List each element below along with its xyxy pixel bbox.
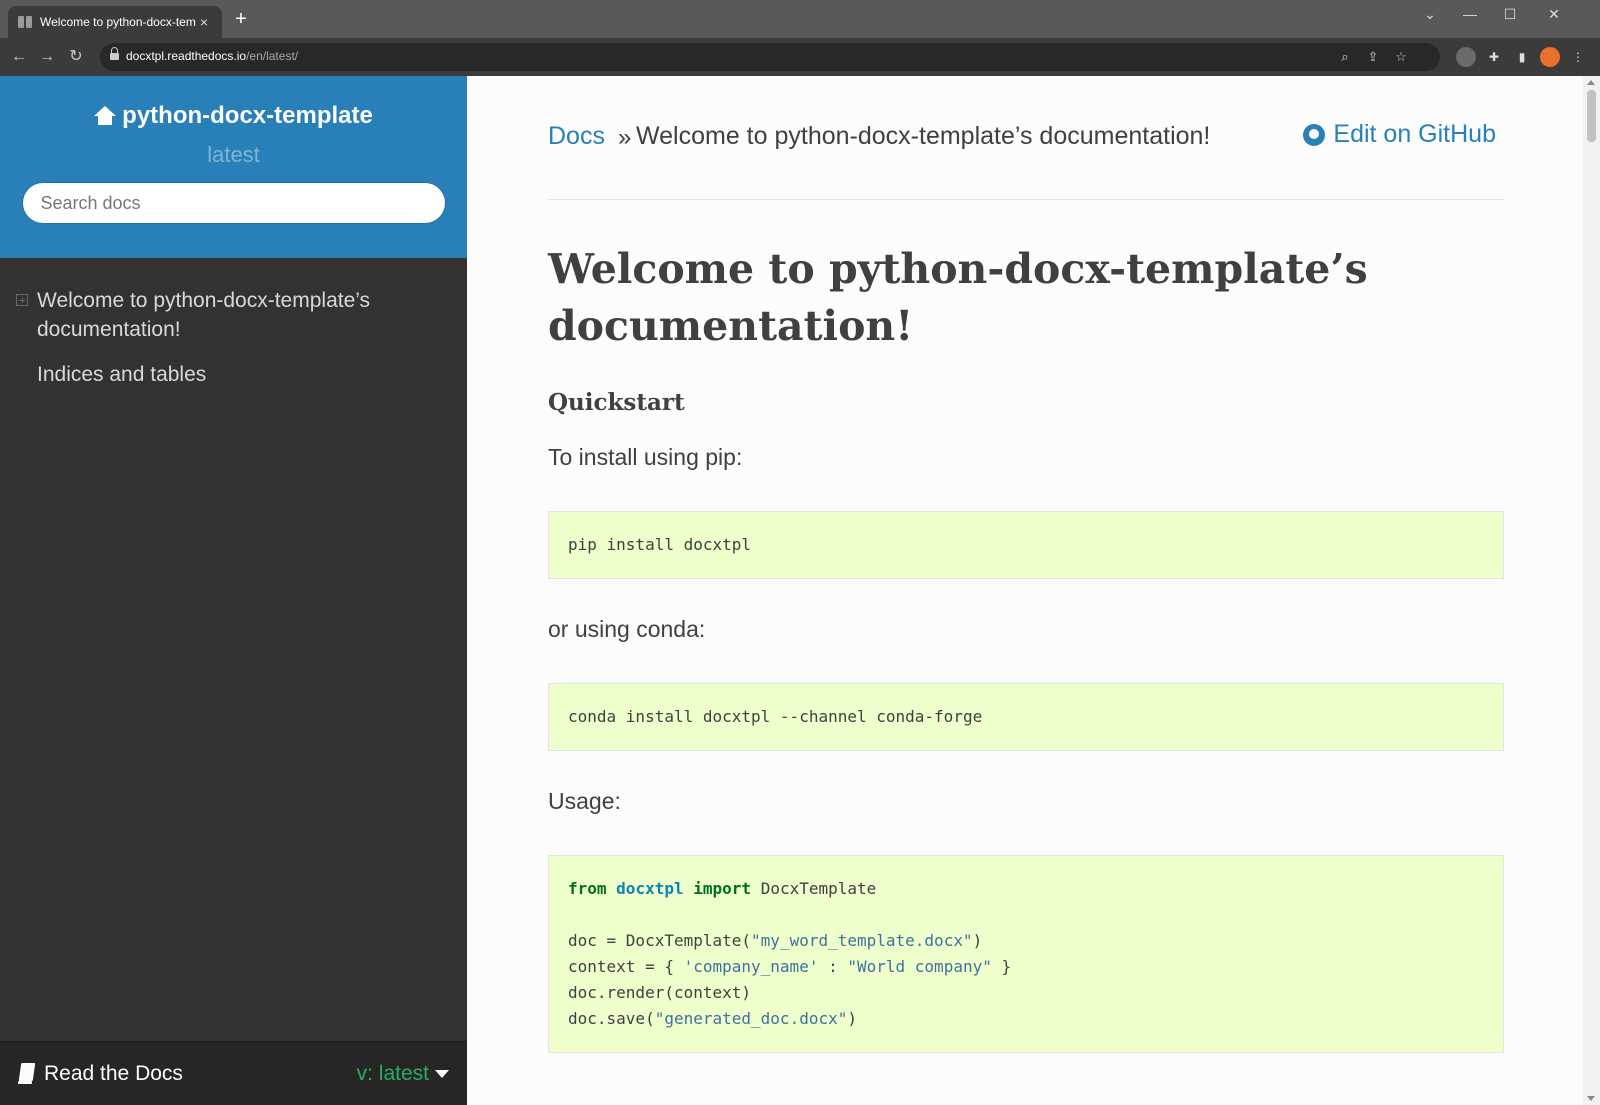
- usage-text: Usage:: [548, 788, 621, 814]
- lock-icon[interactable]: [110, 47, 119, 62]
- version-selector-label: v: latest: [356, 1061, 429, 1085]
- edit-on-github-link[interactable]: Edit on GitHub: [1303, 120, 1496, 149]
- window-close-button[interactable]: ✕: [1534, 0, 1574, 28]
- zoom-icon[interactable]: ⌕: [1336, 48, 1354, 66]
- forward-button[interactable]: →: [36, 46, 58, 68]
- scrollbar-thumb[interactable]: [1587, 90, 1596, 142]
- url-text[interactable]: docxtpl.readthedocs.io/en/latest/: [126, 49, 298, 63]
- book-favicon-icon: [18, 16, 32, 28]
- minimize-button[interactable]: —: [1450, 0, 1490, 28]
- code-module: docxtpl: [616, 879, 684, 898]
- tab-title: Welcome to python-docx-templ: [40, 15, 196, 29]
- code-string: 'company_name': [683, 957, 819, 976]
- share-icon[interactable]: ⇪: [1364, 48, 1382, 66]
- edit-on-github-label: Edit on GitHub: [1333, 120, 1496, 148]
- read-the-docs-flyout[interactable]: Read the Docs v: latest: [0, 1041, 467, 1105]
- code-text: context = {: [568, 957, 684, 976]
- tab-search-chevron-icon[interactable]: ⌄: [1410, 0, 1450, 28]
- code-text: ): [847, 1009, 857, 1028]
- code-keyword: from: [568, 879, 607, 898]
- bookmark-star-icon[interactable]: ☆: [1392, 48, 1410, 66]
- side-panel-icon[interactable]: ▮: [1512, 47, 1532, 67]
- book-icon: [18, 1063, 36, 1085]
- url-path: /en/latest/: [246, 49, 299, 63]
- toc-menu: Welcome to python-docx-template’s docume…: [0, 258, 467, 389]
- project-home-link[interactable]: python-docx-template: [0, 76, 467, 130]
- breadcrumb-current: Welcome to python-docx-template’s docume…: [636, 122, 1211, 150]
- menu-kebab-icon[interactable]: ⋮: [1568, 47, 1588, 67]
- pip-code-block: pip install docxtpl: [548, 511, 1504, 579]
- pip-command: pip install docxtpl: [568, 535, 752, 554]
- code-string: "World company": [847, 957, 992, 976]
- back-button[interactable]: ←: [8, 46, 30, 68]
- breadcrumb-docs-link[interactable]: Docs: [548, 122, 605, 151]
- toc-item-welcome[interactable]: Welcome to python-docx-template’s docume…: [0, 286, 467, 344]
- toc-item-indices[interactable]: Indices and tables: [0, 360, 467, 389]
- github-icon: [1303, 123, 1326, 146]
- search-input[interactable]: [21, 182, 446, 224]
- conda-code-block: conda install docxtpl --channel conda-fo…: [548, 683, 1504, 751]
- profile-avatar[interactable]: [1540, 47, 1560, 67]
- code-keyword: import: [693, 879, 752, 898]
- new-tab-button[interactable]: +: [230, 8, 252, 30]
- install-pip-text: To install using pip:: [548, 444, 743, 470]
- quickstart-heading: Quickstart: [548, 389, 685, 416]
- version-label: latest: [207, 142, 260, 167]
- home-icon: [94, 106, 117, 126]
- code-string: "generated_doc.docx": [654, 1009, 848, 1028]
- tab-close-icon[interactable]: ×: [196, 14, 212, 30]
- page-scrollbar[interactable]: [1583, 76, 1600, 1105]
- code-text: doc.render(context): [568, 983, 752, 1002]
- reload-button[interactable]: ↻: [65, 46, 87, 68]
- docs-sidebar: python-docx-template latest Welcome to p…: [0, 76, 467, 1105]
- code-text: ): [972, 931, 983, 950]
- code-string: "my_word_template.docx": [751, 931, 973, 950]
- code-text: }: [991, 957, 1012, 976]
- code-text: doc = DocxTemplate(: [568, 931, 752, 950]
- expand-plus-icon[interactable]: [16, 294, 28, 306]
- code-name: DocxTemplate: [760, 879, 877, 898]
- document-body: Docs » Welcome to python-docx-template’s…: [548, 76, 1504, 1053]
- caret-down-icon: [435, 1069, 449, 1078]
- maximize-button[interactable]: ☐: [1490, 0, 1530, 28]
- scroll-down-arrow-icon[interactable]: [1587, 1096, 1595, 1101]
- conda-command: conda install docxtpl --channel conda-fo…: [568, 707, 983, 726]
- extension-icon[interactable]: [1456, 47, 1476, 67]
- toc-item-label: Indices and tables: [37, 363, 207, 386]
- project-title: python-docx-template: [122, 102, 373, 129]
- page-title: Welcome to python-docx-template’s docume…: [548, 245, 1368, 350]
- code-text: :: [818, 957, 848, 976]
- rtd-label: Read the Docs: [44, 1061, 183, 1085]
- main-content: Docs » Welcome to python-docx-template’s…: [467, 76, 1583, 1105]
- breadcrumb: Docs » Welcome to python-docx-template’s…: [548, 76, 1504, 200]
- version-selector[interactable]: v: latest: [357, 1062, 449, 1086]
- puzzle-extensions-icon[interactable]: ✚: [1484, 47, 1504, 67]
- address-bar[interactable]: docxtpl.readthedocs.io/en/latest/ ⌕ ⇪ ☆: [100, 43, 1440, 71]
- toc-item-label: Welcome to python-docx-template’s docume…: [37, 289, 371, 341]
- scroll-up-arrow-icon[interactable]: [1587, 80, 1595, 85]
- browser-tab[interactable]: Welcome to python-docx-templ ×: [8, 6, 222, 38]
- install-conda-text: or using conda:: [548, 616, 706, 642]
- usage-code-block: from docxtpl import DocxTemplate doc = D…: [548, 855, 1504, 1053]
- browser-toolbar: ← → ↻ docxtpl.readthedocs.io/en/latest/ …: [0, 38, 1600, 76]
- code-text: doc.save(: [568, 1009, 655, 1028]
- breadcrumb-separator: »: [618, 124, 632, 151]
- sidebar-header: python-docx-template latest: [0, 76, 467, 258]
- browser-titlebar: Welcome to python-docx-templ × + ⌄ — ☐ ✕: [0, 0, 1600, 38]
- url-domain: docxtpl.readthedocs.io: [126, 49, 247, 63]
